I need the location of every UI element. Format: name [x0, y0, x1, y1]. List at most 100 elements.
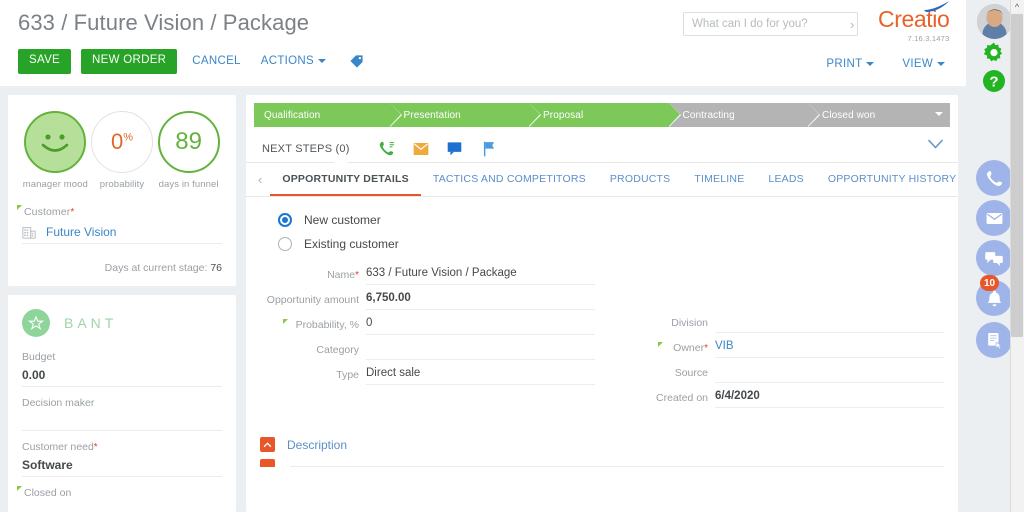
actions-label: ACTIONS [261, 55, 314, 67]
percent-sign: % [123, 132, 133, 144]
gauge-manager-mood[interactable]: manager mood [22, 111, 88, 190]
tab-leads[interactable]: LEADS [756, 163, 815, 196]
phone-call-icon[interactable] [370, 140, 404, 157]
chevron-down-icon[interactable] [935, 112, 943, 116]
section-title[interactable]: Description [287, 438, 347, 452]
stage-closed-won[interactable]: Closed won [808, 103, 950, 127]
customer-value-row[interactable]: Future Vision [22, 220, 222, 244]
envelope-icon[interactable] [404, 141, 438, 157]
stage-arrow-icon [808, 103, 820, 127]
bant-value[interactable]: Software [22, 455, 222, 476]
cancel-button[interactable]: CANCEL [187, 49, 245, 73]
field-label: Category [262, 344, 366, 360]
field-value[interactable]: 6/4/2020 [715, 390, 944, 408]
email-icon[interactable] [976, 200, 1012, 236]
collapse-icon[interactable] [260, 437, 275, 452]
page-scrollbar[interactable]: ^ [1010, 0, 1024, 512]
next-section-collapse-icon[interactable] [260, 459, 275, 467]
field-label: Opportunity amount [262, 294, 366, 310]
tag-icon[interactable] [349, 54, 364, 69]
left-sidebar: manager mood 0% probability 89 days in f… [8, 95, 236, 512]
phone-icon[interactable] [976, 160, 1012, 196]
form-column-right: Division Owner* VIB Source Created on 6/… [595, 267, 944, 415]
customer-label: Customer [24, 206, 70, 218]
customer-value[interactable]: Future Vision [46, 225, 116, 239]
notifications-badge: 10 [980, 275, 999, 291]
actions-menu-button[interactable]: ACTIONS [256, 49, 331, 73]
notifications-button[interactable]: 10 [976, 280, 1012, 316]
required-asterisk: * [355, 270, 359, 281]
field-value[interactable]: 633 / Future Vision / Package [366, 267, 595, 285]
expand-next-steps-chevron-down-icon[interactable] [927, 137, 944, 155]
field-label: Name [327, 269, 355, 281]
avatar[interactable] [977, 4, 1012, 39]
search-input[interactable] [692, 18, 846, 30]
stage-proposal[interactable]: Proposal [529, 103, 669, 127]
customer-field: Customer* Future Vision [8, 194, 236, 254]
radio-existing-customer[interactable]: Existing customer [278, 237, 958, 251]
global-search[interactable]: › [683, 12, 858, 36]
logo-swoosh-icon [924, 1, 950, 13]
stage-label: Closed won [822, 110, 875, 121]
tab-products[interactable]: PRODUCTS [598, 163, 683, 196]
gauge-probability[interactable]: 0% probability [89, 111, 155, 190]
gauge-days-in-funnel[interactable]: 89 days in funnel [156, 111, 222, 190]
field-category: Category [262, 342, 595, 360]
tab-tactics-and-competitors[interactable]: TACTICS AND COMPETITORS [421, 163, 598, 196]
help-icon[interactable]: ? [981, 68, 1007, 94]
page-header: 633 / Future Vision / Package SAVE NEW O… [0, 0, 966, 86]
required-corner-icon [283, 319, 288, 324]
scrollbar-thumb[interactable] [1011, 14, 1023, 337]
feed-icon[interactable] [976, 322, 1012, 358]
new-order-button[interactable]: NEW ORDER [81, 49, 177, 74]
chat-bubble-icon[interactable] [438, 141, 472, 156]
gauge-label: days in funnel [156, 179, 222, 190]
field-division: Division [611, 315, 944, 333]
flag-icon[interactable] [472, 141, 506, 157]
tabs-scroll-left-icon[interactable]: ‹ [250, 172, 270, 187]
field-value[interactable] [715, 365, 944, 383]
field-label: Probability, % [296, 319, 359, 331]
probability-value: 0 [111, 129, 123, 154]
section-divider [290, 466, 944, 467]
bant-value[interactable] [22, 411, 222, 430]
bant-value[interactable]: 0.00 [22, 365, 222, 386]
stage-qualification[interactable]: Qualification [254, 103, 390, 127]
gear-icon[interactable] [981, 40, 1007, 66]
field-value[interactable]: VIB [715, 340, 944, 358]
field-value[interactable]: Direct sale [366, 367, 595, 385]
tab-timeline[interactable]: TIMELINE [682, 163, 756, 196]
form-columns: Name* 633 / Future Vision / Package Oppo… [246, 261, 958, 415]
print-button[interactable]: PRINT [821, 52, 879, 76]
customer-type-radio-group: New customer Existing customer [246, 213, 958, 251]
save-button[interactable]: SAVE [18, 49, 71, 74]
radio-button-icon[interactable] [278, 237, 292, 251]
next-steps-label: NEXT STEPS (0) [262, 143, 350, 155]
chat-icon[interactable] [976, 240, 1012, 276]
field-value[interactable]: 6,750.00 [366, 292, 595, 310]
days-at-stage-label: Days at current stage: [105, 262, 208, 274]
field-value[interactable]: 0 [366, 317, 595, 335]
search-submit-icon[interactable]: › [846, 17, 854, 32]
field-value[interactable] [366, 342, 595, 360]
bant-card: BANT Budget 0.00 Decision maker Customer… [8, 295, 236, 512]
view-button[interactable]: VIEW [897, 52, 950, 76]
section-description[interactable]: Description [246, 415, 958, 452]
radio-new-customer[interactable]: New customer [278, 213, 958, 227]
bant-title: BANT [64, 315, 117, 331]
bant-value[interactable] [22, 501, 222, 512]
radio-button-selected-icon[interactable] [278, 213, 292, 227]
stage-arrow-icon [390, 103, 402, 127]
radio-label: Existing customer [304, 237, 399, 251]
field-opportunity-amount: Opportunity amount 6,750.00 [262, 292, 595, 310]
stage-contracting[interactable]: Contracting [669, 103, 809, 127]
tab-opportunity-details[interactable]: OPPORTUNITY DETAILS [270, 163, 421, 196]
required-corner-icon [17, 205, 22, 210]
required-asterisk: * [94, 442, 98, 453]
tab-opportunity-history[interactable]: OPPORTUNITY HISTORY [816, 163, 958, 196]
scroll-up-icon[interactable]: ^ [1012, 1, 1022, 13]
field-value[interactable] [715, 315, 944, 333]
chevron-down-icon [318, 59, 326, 63]
gauge-label: manager mood [22, 179, 88, 190]
stage-presentation[interactable]: Presentation [390, 103, 530, 127]
